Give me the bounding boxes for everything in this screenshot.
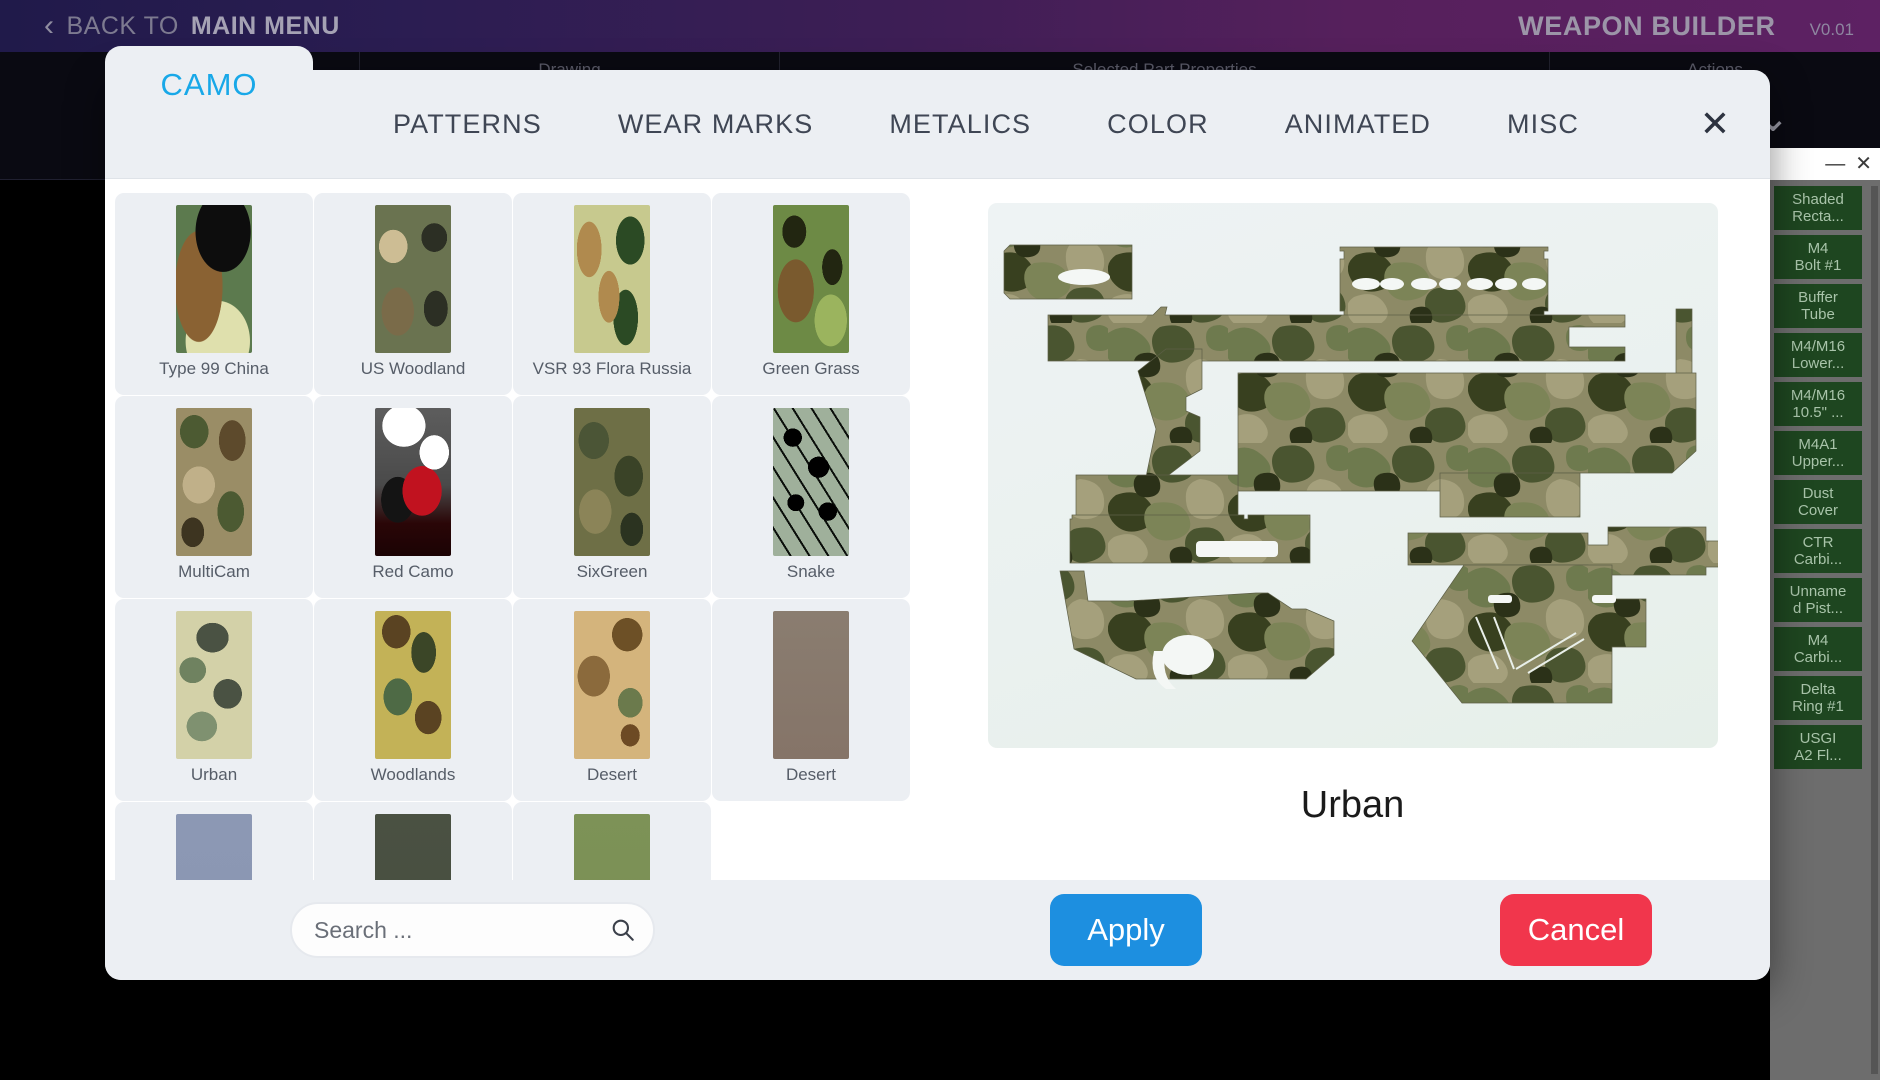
part-list-item[interactable]: Unname d Pist... <box>1774 578 1862 622</box>
back-to-main-menu-button[interactable]: ‹ BACK TO MAIN MENU <box>44 11 340 41</box>
weapon-builder-app: ‹ BACK TO MAIN MENU WEAPON BUILDER V0.01… <box>0 0 1880 1080</box>
camo-swatch-label: Desert <box>786 765 836 785</box>
camo-swatch-grid: Type 99 China US Woodland VSR 93 Flora Rus… <box>115 193 915 880</box>
minimize-icon[interactable]: — <box>1825 154 1845 174</box>
parts-panel-window-controls: — ✕ <box>1770 148 1880 180</box>
tab-patterns[interactable]: PATTERNS <box>385 109 550 140</box>
app-titlebar: ‹ BACK TO MAIN MENU WEAPON BUILDER V0.01 <box>0 0 1880 52</box>
search-icon <box>610 917 636 943</box>
camo-swatch-item[interactable]: Woodlands <box>314 599 512 801</box>
app-title-group: WEAPON BUILDER V0.01 <box>1518 11 1854 42</box>
camo-swatch-item[interactable]: SixGreen <box>513 396 711 598</box>
part-list-item[interactable]: M4 Carbi... <box>1774 627 1862 671</box>
tab-color[interactable]: COLOR <box>1099 109 1217 140</box>
camo-swatch-item[interactable]: Desert <box>513 599 711 801</box>
part-list-item[interactable]: M4/M16 10.5" ... <box>1774 382 1862 426</box>
camo-swatch-label: Green Grass <box>762 359 859 379</box>
camo-swatch-thumbnail <box>176 611 252 759</box>
tab-misc[interactable]: MISC <box>1499 109 1587 140</box>
part-list-item[interactable]: Shaded Recta... <box>1774 186 1862 230</box>
camo-swatch-thumbnail <box>375 205 451 353</box>
camo-preview-panel: Urban <box>935 179 1770 880</box>
camo-swatch-item[interactable]: VSR 93 Flora Russia <box>513 193 711 395</box>
camo-swatch-thumbnail <box>176 408 252 556</box>
camo-swatch-label: SixGreen <box>577 562 648 582</box>
apply-button[interactable]: Apply <box>1050 894 1202 966</box>
part-list-item[interactable]: M4 Bolt #1 <box>1774 235 1862 279</box>
camo-modal-tabbar: PATTERNS WEAR MARKS METALICS COLOR ANIMATED M… <box>313 70 1770 178</box>
camo-swatch-thumbnail <box>574 205 650 353</box>
part-list-item[interactable]: CTR Carbi... <box>1774 529 1862 573</box>
camo-swatch-item[interactable] <box>314 802 512 880</box>
camo-swatch-label: Woodlands <box>371 765 456 785</box>
camo-swatch-thumbnail <box>773 611 849 759</box>
camo-swatch-thumbnail <box>375 611 451 759</box>
camo-swatch-thumbnail <box>574 408 650 556</box>
part-list-item[interactable]: USGI A2 Fl... <box>1774 725 1862 769</box>
tab-metalics[interactable]: METALICS <box>881 109 1039 140</box>
camo-swatch-item[interactable]: Snake <box>712 396 910 598</box>
camo-swatch-label: Red Camo <box>372 562 453 582</box>
close-icon[interactable]: ✕ <box>1700 106 1730 142</box>
camo-swatch-label: Urban <box>191 765 237 785</box>
part-list-item[interactable]: M4/M16 Lower... <box>1774 333 1862 377</box>
camo-swatch-thumbnail <box>773 408 849 556</box>
camo-swatch-item[interactable]: Urban <box>115 599 313 801</box>
camo-swatch-thumbnail <box>574 611 650 759</box>
chevron-left-icon: ‹ <box>44 11 55 41</box>
camo-swatch-thumbnail <box>176 814 252 880</box>
camo-swatch-label: Desert <box>587 765 637 785</box>
camo-preview-canvas <box>988 203 1718 748</box>
camo-modal: CAMO PATTERNS WEAR MARKS METALICS COLOR ANIM… <box>105 70 1770 980</box>
camo-swatch-thumbnail <box>773 205 849 353</box>
camo-swatch-item[interactable]: US Woodland <box>314 193 512 395</box>
app-version: V0.01 <box>1810 20 1854 40</box>
camo-swatch-label: Snake <box>787 562 835 582</box>
part-list-item[interactable]: Buffer Tube <box>1774 284 1862 328</box>
camo-swatch-item[interactable]: Green Grass <box>712 193 910 395</box>
camo-modal-tab-list: PATTERNS WEAR MARKS METALICS COLOR ANIMATED M… <box>385 109 1587 140</box>
part-list-item[interactable]: Dust Cover <box>1774 480 1862 524</box>
camo-swatch-thumbnail <box>574 814 650 880</box>
search-input[interactable] <box>314 917 610 944</box>
cancel-button[interactable]: Cancel <box>1500 894 1652 966</box>
camo-modal-corner-tab[interactable]: CAMO <box>105 46 313 124</box>
parts-list[interactable]: Shaded Recta... M4 Bolt #1 Buffer Tube M4/M… <box>1774 186 1862 1076</box>
camo-swatch-label: VSR 93 Flora Russia <box>533 359 692 379</box>
camo-search-box[interactable] <box>290 902 655 958</box>
camo-swatch-item[interactable] <box>115 802 313 880</box>
camo-swatch-label: US Woodland <box>361 359 466 379</box>
weapon-parts-preview <box>988 203 1718 748</box>
back-to-label: BACK TO <box>67 12 179 41</box>
camo-swatch-grid-panel: Type 99 China US Woodland VSR 93 Flora Rus… <box>105 179 935 880</box>
camo-swatch-label: Type 99 China <box>159 359 269 379</box>
camo-swatch-item[interactable]: Desert <box>712 599 910 801</box>
camo-modal-footer: Apply Cancel <box>105 880 1770 980</box>
camo-modal-title: CAMO <box>161 67 258 103</box>
part-list-item[interactable]: Delta Ring #1 <box>1774 676 1862 720</box>
part-list-item[interactable]: M4A1 Upper... <box>1774 431 1862 475</box>
app-title: WEAPON BUILDER <box>1518 11 1775 42</box>
camo-swatch-item[interactable] <box>513 802 711 880</box>
main-menu-label: MAIN MENU <box>191 12 340 41</box>
camo-swatch-thumbnail <box>375 408 451 556</box>
camo-swatch-item[interactable]: MultiCam <box>115 396 313 598</box>
parts-panel-scrollbar[interactable] <box>1871 186 1878 1074</box>
camo-swatch-thumbnail <box>176 205 252 353</box>
camo-modal-body: Type 99 China US Woodland VSR 93 Flora Rus… <box>105 178 1770 880</box>
camo-preview-selected-name: Urban <box>1301 784 1405 827</box>
camo-swatch-item[interactable]: Red Camo <box>314 396 512 598</box>
tab-animated[interactable]: ANIMATED <box>1277 109 1439 140</box>
close-icon[interactable]: ✕ <box>1855 154 1872 174</box>
camo-swatch-thumbnail <box>375 814 451 880</box>
parts-panel: — ✕ Shaded Recta...M4 Bolt #1Buffer Tube… <box>1770 180 1880 1080</box>
tab-wear-marks[interactable]: WEAR MARKS <box>610 109 822 140</box>
camo-swatch-label: MultiCam <box>178 562 250 582</box>
camo-swatch-item[interactable]: Type 99 China <box>115 193 313 395</box>
